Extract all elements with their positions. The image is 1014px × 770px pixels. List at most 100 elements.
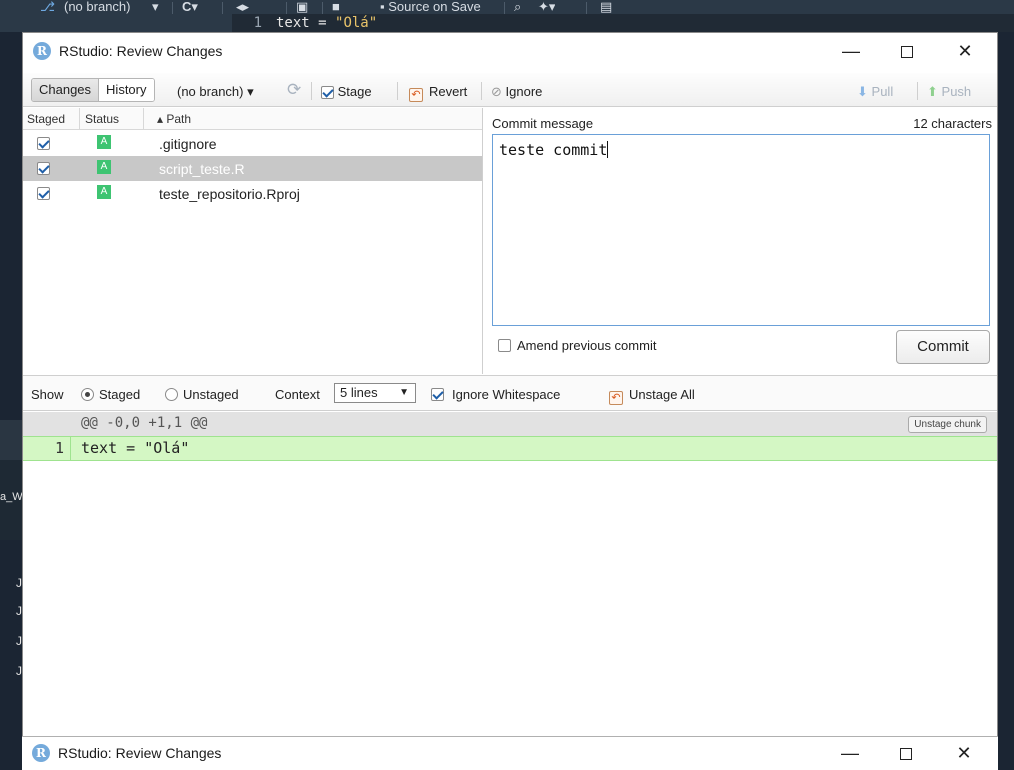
ignore-label: Ignore <box>505 84 543 99</box>
diff-hunk-header: @@ -0,0 +1,1 @@ Unstage chunk <box>23 412 997 436</box>
unstage-all-icon: ↶ <box>609 391 623 405</box>
changes-file-list: Staged Status ▴ Path A .gitignore A scri… <box>23 108 483 374</box>
toolbar-separator <box>222 2 223 14</box>
unstage-all-button[interactable]: ↶ Unstage All <box>609 387 695 405</box>
ignore-whitespace-checkbox[interactable]: Ignore Whitespace <box>431 387 560 402</box>
character-count: 12 characters <box>913 116 992 131</box>
file-path: .gitignore <box>159 136 217 152</box>
unstaged-radio-dot[interactable] <box>165 388 178 401</box>
wand-icon[interactable]: ✦▾ <box>538 0 555 14</box>
toolbar-separator <box>322 2 323 14</box>
staged-checkbox[interactable] <box>37 137 50 150</box>
column-staged[interactable]: Staged <box>27 112 65 126</box>
minimize-button[interactable]: — <box>828 741 872 765</box>
commit-button[interactable]: Commit <box>896 330 990 364</box>
sort-ascending-icon: ▴ <box>157 112 164 126</box>
hunk-header-text: @@ -0,0 +1,1 @@ <box>81 415 208 431</box>
revert-button[interactable]: ↶ Revert <box>409 84 467 102</box>
toolbar-separator <box>481 82 482 100</box>
staged-checkbox[interactable] <box>37 187 50 200</box>
column-status[interactable]: Status <box>85 112 119 126</box>
tab-history[interactable]: History <box>99 79 154 101</box>
back-forward-icon[interactable]: ◂▸ <box>236 0 249 14</box>
toolbar-separator <box>504 2 505 14</box>
diff-view: @@ -0,0 +1,1 @@ Unstage chunk 1 text = "… <box>23 412 997 702</box>
amend-label: Amend previous commit <box>517 338 657 353</box>
pull-arrow-icon: ⬇ <box>857 84 868 99</box>
unstaged-radio-label: Unstaged <box>183 387 239 402</box>
commit-message-label: Commit message <box>492 116 594 131</box>
status-added-badge: A <box>97 135 111 149</box>
pull-button[interactable]: ⬇ Pull <box>857 84 893 100</box>
rstudio-logo-icon: R <box>33 42 51 60</box>
line-number: 1 <box>253 15 262 31</box>
tab-changes[interactable]: Changes <box>32 79 100 101</box>
diff-line-code: text = "Olá" <box>81 439 190 457</box>
rstudio-logo-icon: R <box>32 744 50 762</box>
title-bar[interactable]: R RStudio: Review Changes — ✕ <box>23 33 997 69</box>
window-title: RStudio: Review Changes <box>58 745 222 761</box>
close-button[interactable]: ✕ <box>942 741 986 765</box>
goto-icon[interactable]: ▣ <box>296 0 308 14</box>
close-button[interactable]: ✕ <box>943 39 987 63</box>
toolbar-separator <box>397 82 398 100</box>
commit-message-text: teste commit <box>499 141 608 159</box>
background-branch-label[interactable]: (no branch) <box>64 0 130 14</box>
staged-radio-dot[interactable] <box>81 388 94 401</box>
source-on-save-checkbox[interactable]: ▪ Source on Save <box>380 0 481 14</box>
background-fragment: a_W <box>0 491 23 503</box>
refresh-icon[interactable]: ⟳ <box>287 80 301 100</box>
table-row[interactable]: A .gitignore <box>23 131 482 156</box>
refresh-icon[interactable]: C▾ <box>182 0 198 14</box>
dropdown-arrow-icon: ▼ <box>399 387 409 398</box>
review-changes-dialog: R RStudio: Review Changes — ✕ Changes Hi… <box>22 32 998 740</box>
table-row[interactable]: A script_teste.R <box>23 156 482 181</box>
save-icon[interactable]: ■ <box>332 0 340 14</box>
column-path[interactable]: ▴ Path <box>157 112 191 126</box>
stage-button[interactable]: Stage <box>321 84 372 100</box>
unstage-chunk-button[interactable]: Unstage chunk <box>908 416 987 433</box>
column-divider <box>143 108 144 130</box>
status-added-badge: A <box>97 185 111 199</box>
maximize-button[interactable] <box>884 741 928 765</box>
maximize-button[interactable] <box>885 39 929 63</box>
branch-dropdown[interactable]: (no branch) ▾ <box>177 84 254 100</box>
second-review-dialog-titlebar[interactable]: R RStudio: Review Changes — ✕ <box>22 736 998 770</box>
view-switcher: Changes History <box>31 78 155 102</box>
chevron-down-icon[interactable]: ▾ <box>152 0 159 14</box>
toolbar-separator <box>917 82 918 100</box>
staged-checkbox[interactable] <box>37 162 50 175</box>
minimize-button[interactable]: — <box>829 39 873 63</box>
commit-message-input[interactable]: teste commit <box>492 134 990 326</box>
push-button[interactable]: ⬆ Push <box>927 84 971 100</box>
ignore-button[interactable]: ⊘ Ignore <box>491 84 542 100</box>
table-row[interactable]: A teste_repositorio.Rproj <box>23 181 482 206</box>
background-panel-strip <box>0 420 22 460</box>
context-label: Context <box>275 387 320 402</box>
context-select[interactable]: 5 lines ▼ <box>334 383 416 403</box>
unstaged-radio[interactable]: Unstaged <box>165 387 239 402</box>
staged-radio-label: Staged <box>99 387 141 402</box>
branch-icon: ⎇ <box>40 0 55 14</box>
ignore-icon: ⊘ <box>491 84 502 99</box>
search-icon[interactable]: ⌕ <box>514 0 521 14</box>
file-path: teste_repositorio.Rproj <box>159 186 300 202</box>
background-editor-line: 1 text = "Olá" <box>232 14 1014 32</box>
branch-label: (no branch) <box>177 84 244 99</box>
revert-icon: ↶ <box>409 88 423 102</box>
toolbar-separator <box>586 2 587 14</box>
show-label: Show <box>31 387 64 402</box>
unstage-all-label: Unstage All <box>629 387 695 402</box>
window-title: RStudio: Review Changes <box>59 43 223 59</box>
amend-check-box[interactable] <box>498 339 511 352</box>
file-path: script_teste.R <box>159 161 245 177</box>
staged-radio[interactable]: Staged <box>81 387 140 402</box>
context-value: 5 lines <box>340 385 378 400</box>
maximize-icon <box>901 46 913 59</box>
review-toolbar: Changes History (no branch) ▾ ⟳ Stage ↶ R… <box>23 73 997 107</box>
document-icon[interactable]: ▤ <box>600 0 612 14</box>
amend-checkbox[interactable]: Amend previous commit <box>498 338 656 353</box>
ignore-whitespace-check[interactable] <box>431 388 444 401</box>
diff-added-line[interactable]: 1 text = "Olá" <box>23 436 997 461</box>
maximize-icon <box>900 748 912 761</box>
